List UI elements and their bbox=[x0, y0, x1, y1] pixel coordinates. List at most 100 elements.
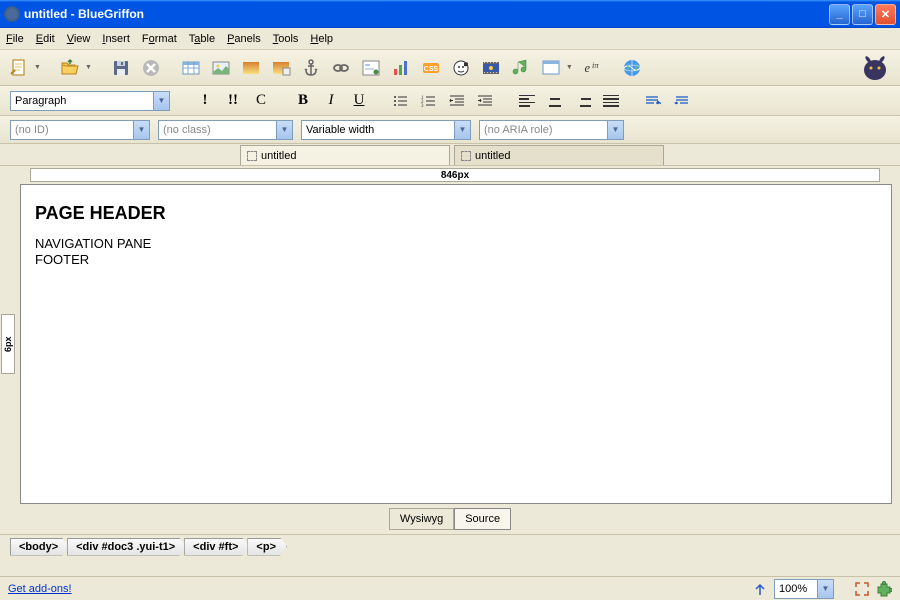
aria-label: (no ARIA role) bbox=[484, 124, 552, 136]
math-icon[interactable]: eiπ bbox=[579, 55, 605, 81]
width-label: Variable width bbox=[306, 124, 374, 136]
aria-combo[interactable]: (no ARIA role) ▼ bbox=[479, 120, 624, 140]
dropdown-icon[interactable]: ▼ bbox=[85, 64, 92, 71]
bold-button[interactable]: B bbox=[292, 90, 314, 112]
maximize-button[interactable]: □ bbox=[852, 4, 873, 25]
menu-view[interactable]: View bbox=[67, 33, 91, 45]
open-icon[interactable] bbox=[57, 55, 83, 81]
modified-icon bbox=[461, 151, 471, 161]
addons-link[interactable]: Get add-ons! bbox=[8, 583, 72, 595]
wysiwyg-view-button[interactable]: Wysiwyg bbox=[389, 508, 454, 530]
breadcrumb-div1[interactable]: <div #doc3 .yui-t1> bbox=[67, 538, 186, 556]
underline-button[interactable]: U bbox=[348, 90, 370, 112]
class-label: (no class) bbox=[163, 124, 211, 136]
table-icon[interactable] bbox=[178, 55, 204, 81]
menu-insert[interactable]: Insert bbox=[102, 33, 130, 45]
align-justify-button[interactable] bbox=[600, 90, 622, 112]
format-toolbar: Paragraph ▼ ! !! C B I U 123 bbox=[0, 86, 900, 116]
chevron-down-icon: ▼ bbox=[276, 121, 292, 139]
fit-screen-icon[interactable] bbox=[854, 581, 870, 597]
rtl-button[interactable] bbox=[670, 90, 692, 112]
titlebar: untitled - BlueGriffon _ □ ✕ bbox=[0, 0, 900, 28]
form-icon[interactable] bbox=[358, 55, 384, 81]
align-left-button[interactable] bbox=[516, 90, 538, 112]
tab-untitled-2[interactable]: untitled bbox=[454, 145, 664, 165]
status-right: 100% ▼ bbox=[752, 579, 892, 599]
footer-text[interactable]: FOOTER bbox=[35, 252, 877, 268]
chevron-down-icon: ▼ bbox=[454, 121, 470, 139]
svg-text:3: 3 bbox=[421, 104, 424, 108]
outdent-button[interactable] bbox=[446, 90, 468, 112]
editor-area: 6px PAGE HEADER NAVIGATION PANE FOOTER bbox=[0, 184, 900, 504]
id-combo[interactable]: (no ID) ▼ bbox=[10, 120, 150, 140]
menu-help[interactable]: Help bbox=[310, 33, 333, 45]
priority2-button[interactable]: !! bbox=[222, 90, 244, 112]
ruler-row: 846px bbox=[0, 166, 900, 184]
horizontal-ruler[interactable]: 846px bbox=[30, 168, 880, 182]
close-button[interactable]: ✕ bbox=[875, 4, 896, 25]
window-title: untitled - BlueGriffon bbox=[24, 7, 829, 21]
link-icon[interactable] bbox=[328, 55, 354, 81]
css-icon[interactable]: CSS bbox=[418, 55, 444, 81]
tab-label: untitled bbox=[475, 150, 510, 162]
statusbar: Get add-ons! 100% ▼ bbox=[0, 576, 900, 600]
vertical-ruler-col: 6px bbox=[0, 184, 16, 504]
anchor-icon[interactable] bbox=[298, 55, 324, 81]
page-header[interactable]: PAGE HEADER bbox=[35, 203, 877, 224]
menu-tools[interactable]: Tools bbox=[273, 33, 299, 45]
audio-icon[interactable] bbox=[508, 55, 534, 81]
gradient2-icon[interactable] bbox=[268, 55, 294, 81]
stop-icon[interactable] bbox=[138, 55, 164, 81]
zoom-up-icon[interactable] bbox=[752, 581, 768, 597]
extension-icon[interactable] bbox=[876, 581, 892, 597]
image-icon[interactable] bbox=[208, 55, 234, 81]
menu-format[interactable]: Format bbox=[142, 33, 177, 45]
globe-icon[interactable] bbox=[619, 55, 645, 81]
chevron-down-icon: ▼ bbox=[817, 580, 833, 598]
breadcrumb-body[interactable]: <body> bbox=[10, 538, 69, 556]
menu-panels[interactable]: Panels bbox=[227, 33, 261, 45]
indent-button[interactable] bbox=[474, 90, 496, 112]
menu-edit[interactable]: Edit bbox=[36, 33, 55, 45]
menubar: File Edit View Insert Format Table Panel… bbox=[0, 28, 900, 50]
ltr-button[interactable] bbox=[642, 90, 664, 112]
id-label: (no ID) bbox=[15, 124, 49, 136]
breadcrumb-p[interactable]: <p> bbox=[247, 538, 287, 556]
width-combo[interactable]: Variable width ▼ bbox=[301, 120, 471, 140]
menu-file[interactable]: File bbox=[6, 33, 24, 45]
paragraph-combo[interactable]: Paragraph ▼ bbox=[10, 91, 170, 111]
script-icon[interactable] bbox=[448, 55, 474, 81]
chevron-down-icon: ▼ bbox=[153, 92, 169, 110]
nav-text[interactable]: NAVIGATION PANE bbox=[35, 236, 877, 252]
tab-untitled-1[interactable]: untitled bbox=[240, 145, 450, 165]
svg-text:e: e bbox=[584, 61, 590, 75]
align-center-button[interactable] bbox=[544, 90, 566, 112]
browser-icon[interactable] bbox=[538, 55, 564, 81]
ol-button[interactable]: 123 bbox=[418, 90, 440, 112]
vertical-ruler[interactable]: 6px bbox=[1, 314, 15, 374]
chart-icon[interactable] bbox=[388, 55, 414, 81]
italic-button[interactable]: I bbox=[320, 90, 342, 112]
menu-table[interactable]: Table bbox=[189, 33, 215, 45]
align-right-button[interactable] bbox=[572, 90, 594, 112]
new-doc-icon[interactable] bbox=[6, 55, 32, 81]
view-switcher: Wysiwyg Source bbox=[0, 504, 900, 534]
priority1-button[interactable]: ! bbox=[194, 90, 216, 112]
clear-format-button[interactable]: C bbox=[250, 90, 272, 112]
window-controls: _ □ ✕ bbox=[829, 4, 896, 25]
dom-breadcrumb: <body> <div #doc3 .yui-t1> <div #ft> <p> bbox=[0, 534, 900, 558]
breadcrumb-div2[interactable]: <div #ft> bbox=[184, 538, 249, 556]
dropdown-icon[interactable]: ▼ bbox=[34, 64, 41, 71]
class-combo[interactable]: (no class) ▼ bbox=[158, 120, 293, 140]
save-icon[interactable] bbox=[108, 55, 134, 81]
video-icon[interactable] bbox=[478, 55, 504, 81]
paragraph-label: Paragraph bbox=[15, 95, 66, 107]
dropdown-icon[interactable]: ▼ bbox=[566, 64, 573, 71]
minimize-button[interactable]: _ bbox=[829, 4, 850, 25]
svg-text:CSS: CSS bbox=[424, 66, 439, 73]
editor-canvas[interactable]: PAGE HEADER NAVIGATION PANE FOOTER bbox=[20, 184, 892, 504]
zoom-combo[interactable]: 100% ▼ bbox=[774, 579, 834, 599]
source-view-button[interactable]: Source bbox=[454, 508, 511, 530]
ul-button[interactable] bbox=[390, 90, 412, 112]
gradient-icon[interactable] bbox=[238, 55, 264, 81]
